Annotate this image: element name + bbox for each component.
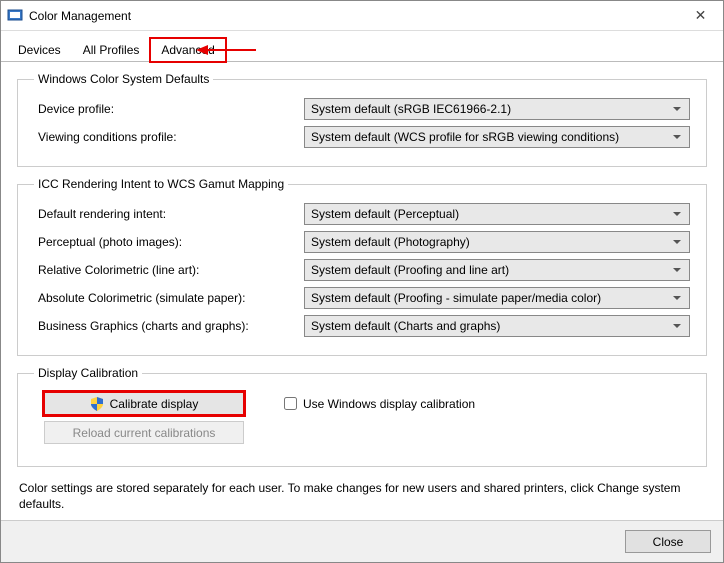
absolute-label: Absolute Colorimetric (simulate paper): [34,291,304,305]
window-close-button[interactable]: ✕ [678,1,723,30]
tab-devices[interactable]: Devices [7,38,72,62]
viewing-conditions-select[interactable]: System default (WCS profile for sRGB vie… [304,126,690,148]
app-icon [7,8,23,24]
tab-advanced[interactable]: Advanced [150,38,225,62]
perceptual-label: Perceptual (photo images): [34,235,304,249]
calibrate-display-button[interactable]: Calibrate display [44,392,244,415]
group-legend: Windows Color System Defaults [34,72,213,86]
relative-label: Relative Colorimetric (line art): [34,263,304,277]
use-windows-calibration-input[interactable] [284,397,297,410]
absolute-select[interactable]: System default (Proofing - simulate pape… [304,287,690,309]
perceptual-select[interactable]: System default (Photography) [304,231,690,253]
uac-shield-icon [90,397,104,411]
reload-calibrations-button: Reload current calibrations [44,421,244,444]
tab-all-profiles[interactable]: All Profiles [72,38,151,62]
tab-bar: Devices All Profiles Advanced [1,31,723,62]
group-legend: Display Calibration [34,366,142,380]
close-button[interactable]: Close [625,530,711,553]
default-intent-label: Default rendering intent: [34,207,304,221]
default-intent-select[interactable]: System default (Perceptual) [304,203,690,225]
business-select[interactable]: System default (Charts and graphs) [304,315,690,337]
business-label: Business Graphics (charts and graphs): [34,319,304,333]
device-profile-select[interactable]: System default (sRGB IEC61966-2.1) [304,98,690,120]
note-text: Color settings are stored separately for… [1,477,723,520]
group-display-calibration: Display Calibration Calibrate display Us… [17,366,707,467]
viewing-conditions-label: Viewing conditions profile: [34,130,304,144]
device-profile-label: Device profile: [34,102,304,116]
use-windows-calibration-checkbox[interactable]: Use Windows display calibration [284,397,475,411]
group-windows-color-defaults: Windows Color System Defaults Device pro… [17,72,707,167]
relative-select[interactable]: System default (Proofing and line art) [304,259,690,281]
window-title: Color Management [29,9,131,23]
advanced-panel: Windows Color System Defaults Device pro… [1,62,723,467]
group-icc-rendering: ICC Rendering Intent to WCS Gamut Mappin… [17,177,707,356]
group-legend: ICC Rendering Intent to WCS Gamut Mappin… [34,177,288,191]
titlebar: Color Management ✕ [1,1,723,31]
dialog-footer: Close [1,520,723,562]
